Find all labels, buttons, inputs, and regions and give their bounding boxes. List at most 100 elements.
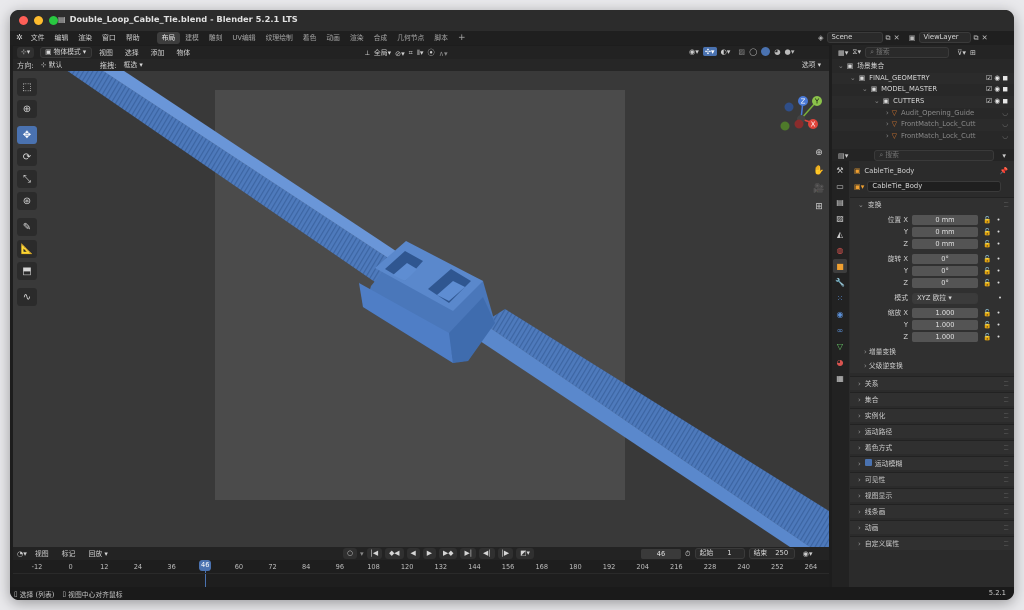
drag-grip-icon[interactable]: ⁚⁚⁚⁚ [1003, 473, 1009, 487]
outliner-item[interactable]: ⌄ ▣ 场景集合 [832, 61, 1014, 73]
end-frame-field[interactable]: 结束 250 [748, 548, 795, 559]
cursor-tool[interactable]: ⊕ [17, 100, 37, 118]
keyframe-dot-icon[interactable]: • [996, 214, 1000, 226]
drag-grip-icon[interactable]: ⁚⁚⁚⁚ [1003, 425, 1009, 439]
object-tab-icon[interactable]: ■ [833, 259, 847, 273]
motion-blur-checkbox[interactable] [864, 459, 872, 466]
location-z-field[interactable]: 0 mm [912, 239, 978, 249]
tab-modeling[interactable]: 建模 [180, 32, 204, 44]
view-layer-tab-icon[interactable]: ▨ [833, 211, 847, 225]
viewport-menu-add[interactable]: 添加 [146, 47, 170, 59]
drag-grip-icon[interactable]: ⁚⁚⁚⁚ [1003, 441, 1009, 455]
lock-icon[interactable]: 🔓 [983, 307, 991, 319]
drag-grip-icon[interactable]: ⁚⁚⁚⁚ [1003, 457, 1009, 471]
expand-chevron-icon[interactable]: ⌄ [874, 97, 880, 105]
measure-tool[interactable]: 📐 [17, 240, 37, 258]
lock-icon[interactable]: 🔓 [983, 277, 991, 289]
panel-transform[interactable]: ⌄ 变换 ⁚⁚⁚⁚ [850, 197, 1014, 211]
navigation-gizmo[interactable]: Y Z X [777, 95, 825, 143]
keyframe-dot-icon[interactable]: • [996, 277, 1000, 289]
jump-end-button[interactable]: ▶| [460, 548, 477, 559]
object-datablock-icon[interactable]: ▣▾ [854, 182, 864, 191]
outliner-editor-icon[interactable]: ▦▾ [838, 48, 848, 57]
blender-logo-icon[interactable]: ✲ [10, 32, 26, 44]
particles-tab-icon[interactable]: ⁙ [833, 291, 847, 305]
drag-grip-icon[interactable]: ⁚⁚⁚⁚ [1003, 537, 1009, 551]
physics-tab-icon[interactable]: ◉ [833, 307, 847, 321]
play-reverse-button[interactable]: ◀ [406, 548, 420, 559]
drag-grip-icon[interactable]: ⁚⁚⁚⁚ [1003, 393, 1009, 407]
outliner-search-input[interactable]: ⌕ 搜索 [865, 46, 950, 58]
timeline-ruler[interactable]: -12 0 12 24 36 46 60 72 84 96 108 120 132 144 156 168 18… [13, 560, 829, 587]
panel-10[interactable]: › 自定义属性 ⁚⁚⁚⁚ [850, 536, 1014, 550]
tab-shading[interactable]: 着色 [298, 32, 322, 44]
add-cube-tool[interactable]: ⬒ [17, 262, 37, 280]
tool-tab-icon[interactable]: ⚒ [833, 163, 847, 177]
delta-transform-row[interactable]: › 增量变换 [850, 345, 1014, 359]
keying-icon[interactable]: ▾ [360, 549, 364, 558]
keyframe-type-button[interactable]: ◩▾ [516, 548, 534, 559]
menu-file[interactable]: 文件 [26, 32, 50, 44]
collapse-chevron-icon[interactable]: › [886, 109, 889, 117]
rotation-mode-dropdown[interactable]: XYZ 欧拉 ▾ [912, 292, 978, 304]
timeline-menu-playback[interactable]: 回放 ▾ [83, 548, 112, 560]
visibility-icon[interactable]: ◉▾ [689, 47, 699, 56]
current-frame-field[interactable]: 46 [641, 548, 681, 559]
outliner-item[interactable]: › ▽ FrontMatch_Lock_Cutt ◡ [832, 119, 1014, 132]
keyframe-dot-icon[interactable]: • [996, 331, 1000, 343]
options-button[interactable]: 选项 ▾ [797, 60, 825, 71]
texture-tab-icon[interactable]: ▦ [833, 371, 847, 385]
direction-dropdown[interactable]: ⊹ 默认 [35, 60, 92, 71]
curve-tool[interactable]: ∿ [17, 288, 37, 306]
proportional-edit-icon[interactable]: ⦿ [428, 48, 435, 58]
annotate-tool[interactable]: ✎ [17, 218, 37, 236]
menu-render[interactable]: 渲染 [73, 32, 97, 44]
scale-x-field[interactable]: 1.000 [912, 308, 978, 318]
pan-hand-icon[interactable]: ✋ [811, 163, 827, 179]
properties-options-icon[interactable]: ▾ [1002, 151, 1006, 160]
gizmo-toggle-icon[interactable]: ✣▾ [702, 47, 717, 56]
drag-grip-icon[interactable]: ⁚⁚⁚⁚ [1003, 505, 1009, 519]
panel-2[interactable]: › 实例化 ⁚⁚⁚⁚ [850, 408, 1014, 422]
new-scene-icon[interactable]: ⧉ [886, 33, 891, 43]
snap-settings-icon[interactable]: ⦀▾ [417, 48, 424, 58]
output-tab-icon[interactable]: ▤ [833, 195, 847, 209]
lock-icon[interactable]: 🔓 [983, 319, 991, 331]
constraints-tab-icon[interactable]: ∞ [833, 323, 847, 337]
keyframe-dot-icon[interactable]: • [996, 238, 1000, 250]
view-layer-field[interactable]: ViewLayer [918, 32, 971, 43]
tab-compositing[interactable]: 合成 [369, 32, 393, 44]
location-x-field[interactable]: 0 mm [912, 215, 978, 225]
snap-icon[interactable]: ⌗ [409, 48, 413, 58]
tab-layout[interactable]: 布局 [156, 32, 181, 44]
panel-4[interactable]: › 着色方式 ⁚⁚⁚⁚ [850, 440, 1014, 454]
world-tab-icon[interactable]: ◍ [833, 243, 847, 257]
object-name-field[interactable]: CableTie_Body [867, 180, 1002, 192]
scene-tab-icon[interactable]: ◭ [833, 227, 847, 241]
keyframe-dot-icon[interactable]: • [996, 226, 1000, 238]
filter-icon[interactable]: ⧖▾ [852, 47, 861, 57]
panel-6[interactable]: › 可见性 ⁚⁚⁚⁚ [850, 472, 1014, 486]
keyframe-dot-icon[interactable]: • [996, 253, 1000, 265]
viewport-menu-object[interactable]: 物体 [171, 47, 195, 59]
tab-sculpting[interactable]: 雕刻 [204, 32, 228, 44]
shading-solid-icon[interactable] [761, 47, 771, 56]
shading-wireframe-icon[interactable]: ◯ [749, 47, 757, 56]
orientation-dropdown[interactable]: 全局▾ [374, 47, 391, 59]
rotate-tool[interactable]: ⟳ [17, 148, 37, 166]
expand-chevron-icon[interactable]: ⌄ [850, 74, 856, 82]
hidden-toggle-icon[interactable]: ◡ [1002, 119, 1008, 131]
minimize-window-button[interactable] [34, 16, 43, 25]
drag-grip-icon[interactable]: ⁚⁚⁚⁚ [1003, 409, 1009, 423]
lock-icon[interactable]: 🔓 [983, 265, 991, 277]
editor-type-button[interactable]: ⊹▾ [17, 47, 35, 58]
expand-chevron-icon[interactable]: ⌄ [862, 85, 868, 93]
rotation-y-field[interactable]: 0° [912, 266, 978, 276]
rotation-z-field[interactable]: 0° [912, 278, 978, 288]
outliner-item[interactable]: ⌄ ▣ MODEL_MASTER ☑ ◉ ◼ [832, 84, 1014, 97]
3d-viewport[interactable]: ⬚ ⊕ ✥ ⟳ ⤡ ⊛ ✎ 📐 ⬒ ∿ Y Z X ⊕ ✋ 🎥 ⊞ [13, 71, 829, 549]
panel-8[interactable]: › 线条画 ⁚⁚⁚⁚ [850, 504, 1014, 518]
cable-tie-object[interactable] [13, 71, 829, 549]
scale-tool[interactable]: ⤡ [17, 170, 37, 188]
panel-7[interactable]: › 视图显示 ⁚⁚⁚⁚ [850, 488, 1014, 502]
